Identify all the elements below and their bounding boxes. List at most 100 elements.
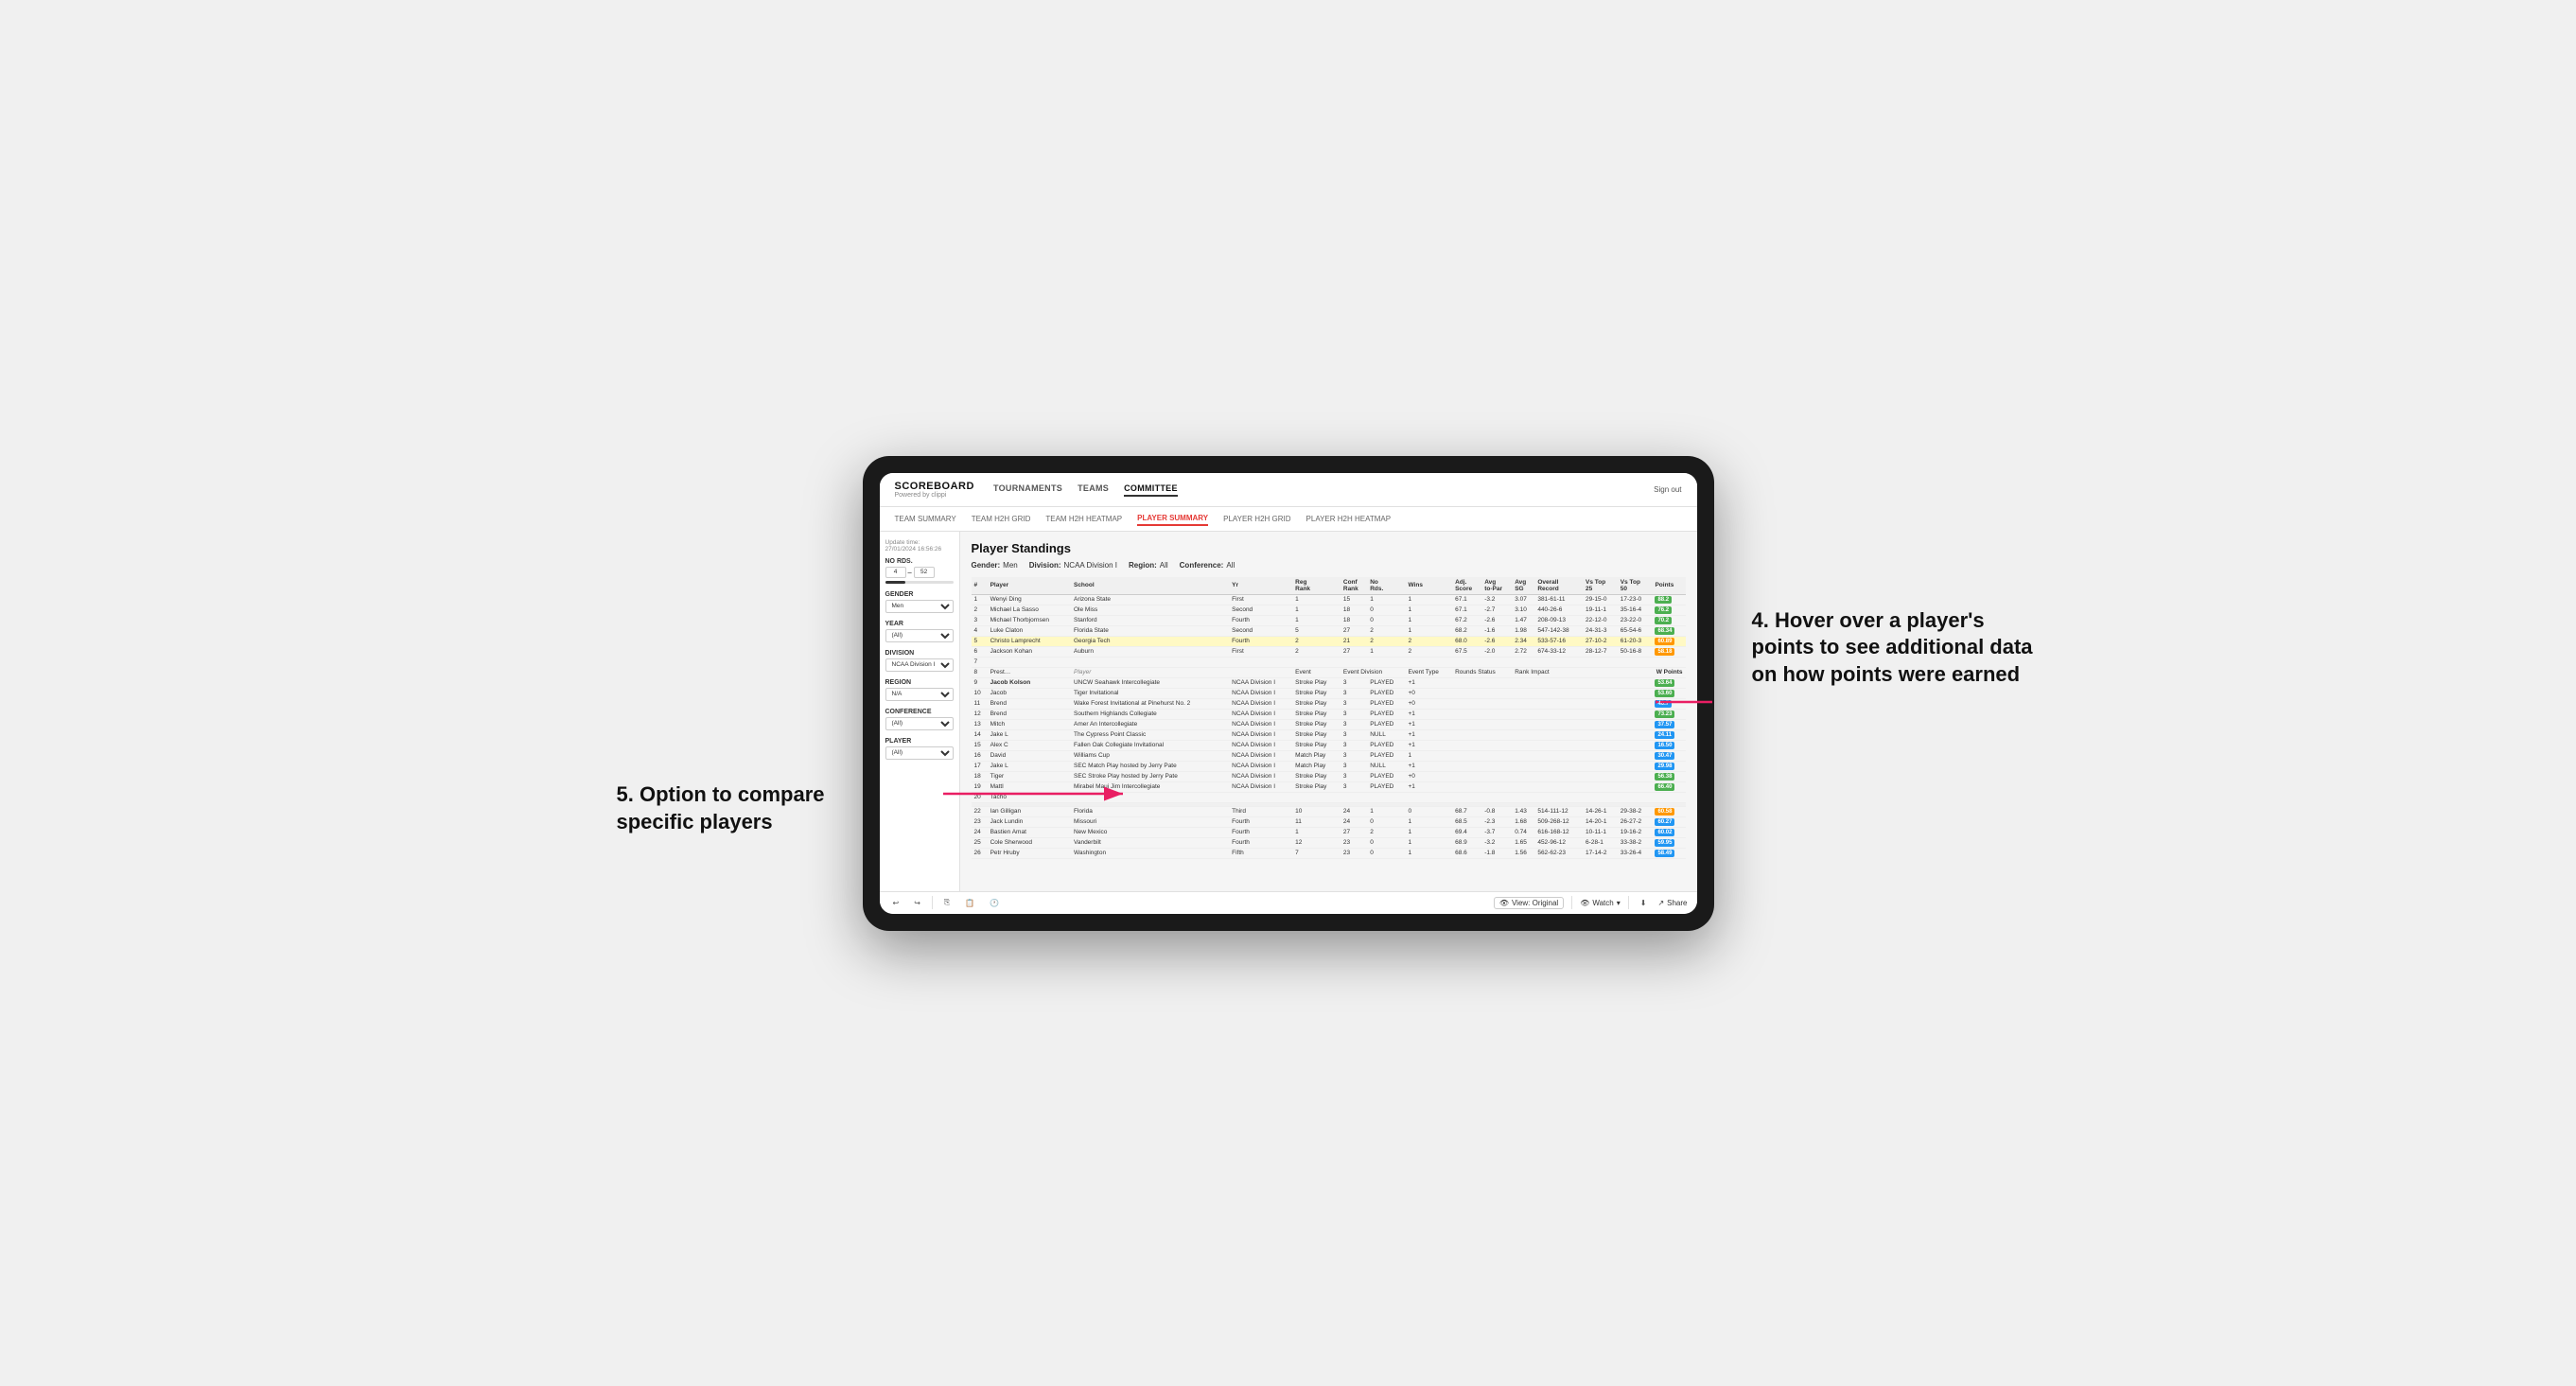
view-icon: 👁 (1499, 899, 1509, 907)
sub-nav: TEAM SUMMARY TEAM H2H GRID TEAM H2H HEAT… (880, 507, 1697, 532)
points-badge[interactable]: 68.34 (1655, 627, 1674, 635)
col-wins: Wins (1405, 577, 1452, 595)
points-badge[interactable]: 56.38 (1655, 773, 1674, 781)
arrow-right-svg (1656, 688, 1712, 716)
sidebar-conference-select[interactable]: (All) (885, 717, 954, 730)
sidebar-player-select[interactable]: (All) (885, 746, 954, 760)
paste-button[interactable]: 📋 (961, 897, 978, 909)
update-time: Update time: 27/01/2024 16:56:26 (885, 539, 954, 553)
bottom-toolbar: ↩ ↪ ⎘ 📋 🕐 👁 View: Original 👁 Watch ▾ (880, 891, 1697, 914)
share-button[interactable]: ↗ Share (1657, 899, 1687, 907)
sidebar-division-select[interactable]: NCAA Division I (885, 658, 954, 672)
points-badge[interactable]: 60.58 (1655, 808, 1674, 816)
table-row: 12 Brend Southern Highlands Collegiate N… (972, 709, 1686, 719)
watch-label: Watch (1592, 899, 1613, 907)
sidebar-rds-slider[interactable] (885, 581, 954, 584)
redo-button[interactable]: ↪ (910, 897, 924, 909)
col-to-par: Avgto-Par (1481, 577, 1512, 595)
table-row: 4 Luke Claton Florida State Second 5 27 … (972, 625, 1686, 636)
nav-tournaments[interactable]: TOURNAMENTS (993, 482, 1062, 497)
clock-button[interactable]: 🕐 (986, 897, 1003, 909)
share-icon: ↗ (1657, 899, 1664, 907)
points-badge[interactable]: 60.02 (1655, 829, 1674, 836)
sidebar-division: Division NCAA Division I (885, 650, 954, 672)
table-row: 8 Prest… Player Event Event Division Eve… (972, 667, 1686, 677)
logo-text: SCOREBOARD (895, 481, 974, 492)
table-row: 25 Cole Sherwood Vanderbilt Fourth 12 23… (972, 837, 1686, 848)
points-badge[interactable]: 58.18 (1655, 648, 1674, 656)
tablet-screen: SCOREBOARD Powered by clippi TOURNAMENTS… (880, 473, 1697, 914)
points-badge[interactable]: 30.47 (1655, 752, 1674, 760)
sidebar-rds-max[interactable] (914, 567, 935, 578)
sidebar-gender-select[interactable]: Men (885, 600, 954, 613)
toolbar-separator (932, 896, 933, 909)
sidebar-player: Player (All) (885, 738, 954, 760)
points-badge[interactable]: 37.57 (1655, 721, 1674, 728)
table-row: 24 Bastien Amat New Mexico Fourth 1 27 2… (972, 827, 1686, 837)
sidebar-year: Year (All) (885, 621, 954, 642)
table-row: 9 Jacob Kolson UNCW Seahawk Intercollegi… (972, 677, 1686, 688)
toolbar-separator (1628, 896, 1629, 909)
col-yr: Yr (1229, 577, 1292, 595)
app-header: SCOREBOARD Powered by clippi TOURNAMENTS… (880, 473, 1697, 507)
watch-button[interactable]: 👁 Watch ▾ (1580, 899, 1621, 907)
points-badge[interactable]: 29.98 (1655, 763, 1674, 770)
undo-button[interactable]: ↩ (889, 897, 903, 909)
sidebar-conference: Conference (All) (885, 709, 954, 730)
table-row-highlighted: 5 Christo Lamprecht Georgia Tech Fourth … (972, 636, 1686, 646)
sidebar-gender: Gender Men (885, 591, 954, 613)
points-badge[interactable]: 88.2 (1655, 596, 1672, 604)
points-badge[interactable]: 70.2 (1655, 617, 1672, 624)
table-row: 11 Brend Wake Forest Invitational at Pin… (972, 698, 1686, 709)
col-player: Player (988, 577, 1071, 595)
table-row: 1 Wenyi Ding Arizona State First 1 15 1 … (972, 594, 1686, 605)
watch-dropdown-icon: ▾ (1617, 899, 1621, 907)
subnav-player-h2h-heatmap[interactable]: PLAYER H2H HEATMAP (1306, 513, 1392, 525)
table-row: 13 Mitch Amer An Intercollegiate NCAA Di… (972, 719, 1686, 729)
col-reg-rank: RegRank (1292, 577, 1341, 595)
points-badge[interactable]: 53.64 (1655, 679, 1674, 687)
filter-conference: Conference: All (1180, 561, 1235, 570)
copy-button[interactable]: ⎘ (940, 896, 954, 909)
tablet-frame: SCOREBOARD Powered by clippi TOURNAMENTS… (863, 456, 1714, 931)
points-badge[interactable]: 76.2 (1655, 606, 1672, 614)
table-row: 7 (972, 657, 1686, 667)
sidebar: Update time: 27/01/2024 16:56:26 No Rds.… (880, 532, 960, 891)
points-badge[interactable]: 58.49 (1655, 850, 1674, 857)
col-no-rds: NoRds. (1367, 577, 1405, 595)
nav-teams[interactable]: TEAMS (1078, 482, 1109, 497)
col-vs25: Vs Top25 (1583, 577, 1618, 595)
points-badge[interactable]: 24.11 (1655, 731, 1674, 739)
arrow-left-svg (943, 780, 1132, 808)
sign-out-button[interactable]: Sign out (1654, 485, 1681, 494)
points-badge[interactable]: 16.50 (1655, 742, 1674, 749)
download-button[interactable]: ⬇ (1637, 897, 1651, 909)
filter-region: Region: All (1129, 561, 1168, 570)
annotation-left: 5. Option to compare specific players (617, 781, 844, 835)
sidebar-region-select[interactable]: N/A (885, 688, 954, 701)
view-original-button[interactable]: 👁 View: Original (1494, 897, 1564, 909)
subnav-player-h2h-grid[interactable]: PLAYER H2H GRID (1223, 513, 1290, 525)
col-vs50: Vs Top50 (1618, 577, 1653, 595)
sidebar-rds-min[interactable] (885, 567, 906, 578)
points-badge[interactable]: 66.40 (1655, 783, 1674, 791)
table-row: 23 Jack Lundin Missouri Fourth 11 24 0 1… (972, 816, 1686, 827)
watch-icon: 👁 (1580, 899, 1589, 907)
nav-committee[interactable]: COMMITTEE (1124, 482, 1178, 497)
share-label: Share (1667, 899, 1687, 907)
annotation-right: 4. Hover over a player's points to see a… (1752, 607, 2036, 689)
subnav-team-h2h-grid[interactable]: TEAM H2H GRID (972, 513, 1031, 525)
subnav-team-h2h-heatmap[interactable]: TEAM H2H HEATMAP (1045, 513, 1122, 525)
filter-gender: Gender: Men (972, 561, 1018, 570)
points-badge[interactable]: 59.95 (1655, 839, 1674, 847)
sidebar-region: Region N/A (885, 679, 954, 701)
col-rank: # (972, 577, 988, 595)
subnav-team-summary[interactable]: TEAM SUMMARY (895, 513, 956, 525)
sidebar-year-select[interactable]: (All) (885, 629, 954, 642)
points-badge[interactable]: 60.27 (1655, 818, 1674, 826)
logo-area: SCOREBOARD Powered by clippi (895, 481, 974, 499)
subnav-player-summary[interactable]: PLAYER SUMMARY (1137, 512, 1208, 526)
points-badge[interactable]: 60.89 (1655, 638, 1674, 645)
table-row: 15 Alex C Fallen Oak Collegiate Invitati… (972, 740, 1686, 750)
sidebar-rds-range: – (885, 567, 954, 578)
